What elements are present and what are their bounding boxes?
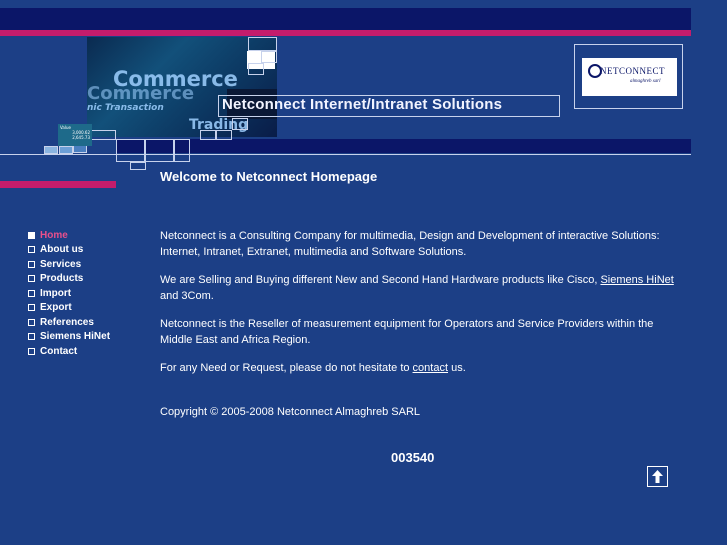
- bullet-icon: [28, 347, 35, 355]
- nav-label: References: [40, 316, 94, 328]
- site-headline: Netconnect Internet/Intranet Solutions: [222, 96, 503, 113]
- contact-link[interactable]: contact: [413, 362, 448, 374]
- nav-item-siemens-hinet[interactable]: Siemens HiNet: [28, 330, 110, 345]
- scroll-to-top-button[interactable]: [647, 466, 668, 487]
- bullet-icon: [28, 304, 35, 312]
- visitor-counter: 003540: [391, 450, 435, 465]
- nav-label: Home: [40, 229, 68, 241]
- bullet-icon: [28, 318, 35, 326]
- reseller-paragraph: Netconnect is the Reseller of measuremen…: [160, 318, 654, 346]
- nav-label: Products: [40, 273, 84, 285]
- paragraph-text: and 3Com.: [160, 290, 214, 302]
- nav-label: Siemens HiNet: [40, 331, 111, 343]
- grid-square: [174, 139, 190, 162]
- mid-bar: [116, 139, 691, 153]
- page-title: Welcome to Netconnect Homepage: [160, 169, 378, 184]
- bullet-icon: [28, 231, 35, 239]
- main-content: Netconnect is a Consulting Company for m…: [160, 228, 680, 388]
- nav-item-about-us[interactable]: About us: [28, 243, 110, 258]
- nav-label: About us: [40, 244, 84, 256]
- contact-paragraph: For any Need or Request, please do not h…: [160, 360, 680, 376]
- nav-item-references[interactable]: References: [28, 315, 110, 330]
- ticker-value: 2,645.73: [72, 135, 90, 140]
- grid-square: [116, 139, 145, 162]
- bullet-icon: [28, 260, 35, 268]
- nav-label: Services: [40, 258, 82, 270]
- siemens-hinet-link[interactable]: Siemens HiNet: [600, 274, 673, 286]
- nav-label: Export: [40, 302, 72, 314]
- up-arrow-icon: [652, 470, 663, 483]
- logo-tagline: almaghreb sarl: [630, 79, 661, 84]
- copyright-text: Copyright © 2005-2008 Netconnect Almaghr…: [160, 406, 421, 418]
- nav-item-products[interactable]: Products: [28, 272, 110, 287]
- bullet-icon: [28, 246, 35, 254]
- top-bar: [0, 8, 691, 30]
- bullet-icon: [28, 289, 35, 297]
- grid-square: [44, 146, 58, 154]
- divider-line: [0, 154, 691, 155]
- paragraph-text: We are Selling and Buying different New …: [160, 274, 601, 286]
- banner-word: nic Transaction: [87, 103, 164, 113]
- left-accent-stripe: [0, 181, 116, 188]
- nav-item-contact[interactable]: Contact: [28, 344, 110, 359]
- header-banner-image: Commerce Commerce nic Transaction Tradin…: [87, 37, 277, 137]
- intro-paragraph: Netconnect is a Consulting Company for m…: [160, 230, 660, 258]
- grid-square: [130, 162, 146, 170]
- nav-item-services[interactable]: Services: [28, 257, 110, 272]
- grid-square: [216, 130, 232, 140]
- grid-square: [59, 146, 73, 154]
- logo-name: NETCONNECT: [600, 66, 665, 76]
- paragraph-text: us.: [448, 362, 466, 374]
- grid-square: [248, 37, 277, 51]
- nav-label: Import: [40, 287, 72, 299]
- sidebar-nav: Home About us Services Products Import E…: [28, 228, 110, 359]
- grid-square: [145, 139, 174, 162]
- banner-word: Commerce: [87, 83, 195, 104]
- nav-label: Contact: [40, 345, 78, 357]
- products-paragraph: We are Selling and Buying different New …: [160, 272, 680, 304]
- stock-ticker: Value 3,000.62 2,645.73: [58, 124, 92, 146]
- nav-item-import[interactable]: Import: [28, 286, 110, 301]
- grid-square: [248, 63, 264, 75]
- grid-square: [232, 118, 248, 130]
- nav-item-export[interactable]: Export: [28, 301, 110, 316]
- nav-item-home[interactable]: Home: [28, 228, 110, 243]
- bullet-icon: [28, 333, 35, 341]
- top-accent-stripe: [0, 30, 691, 36]
- bullet-icon: [28, 275, 35, 283]
- paragraph-text: For any Need or Request, please do not h…: [160, 362, 413, 374]
- grid-square: [200, 130, 216, 140]
- grid-square: [261, 51, 277, 63]
